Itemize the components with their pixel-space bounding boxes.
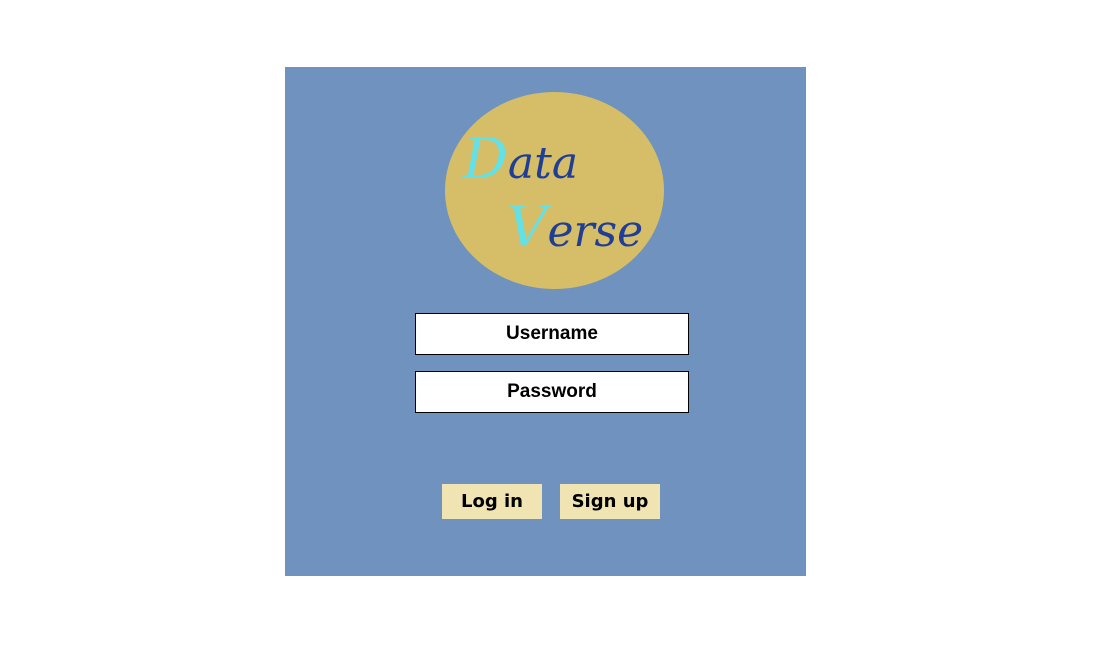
password-input[interactable] (415, 371, 689, 413)
logo-initial-v: V (507, 195, 548, 260)
username-input[interactable] (415, 313, 689, 355)
dataverse-logo: Data Verse (445, 92, 664, 289)
logo-initial-d: D (463, 127, 508, 192)
logo-rest-ata: ata (507, 138, 579, 189)
login-button[interactable]: Log in (442, 484, 542, 519)
logo-word-verse: Verse (507, 200, 643, 256)
logo-rest-erse: erse (547, 206, 644, 257)
logo-word-data: Data (463, 132, 578, 188)
login-panel: Data Verse Log in Sign up (285, 67, 806, 576)
signup-button[interactable]: Sign up (560, 484, 660, 519)
